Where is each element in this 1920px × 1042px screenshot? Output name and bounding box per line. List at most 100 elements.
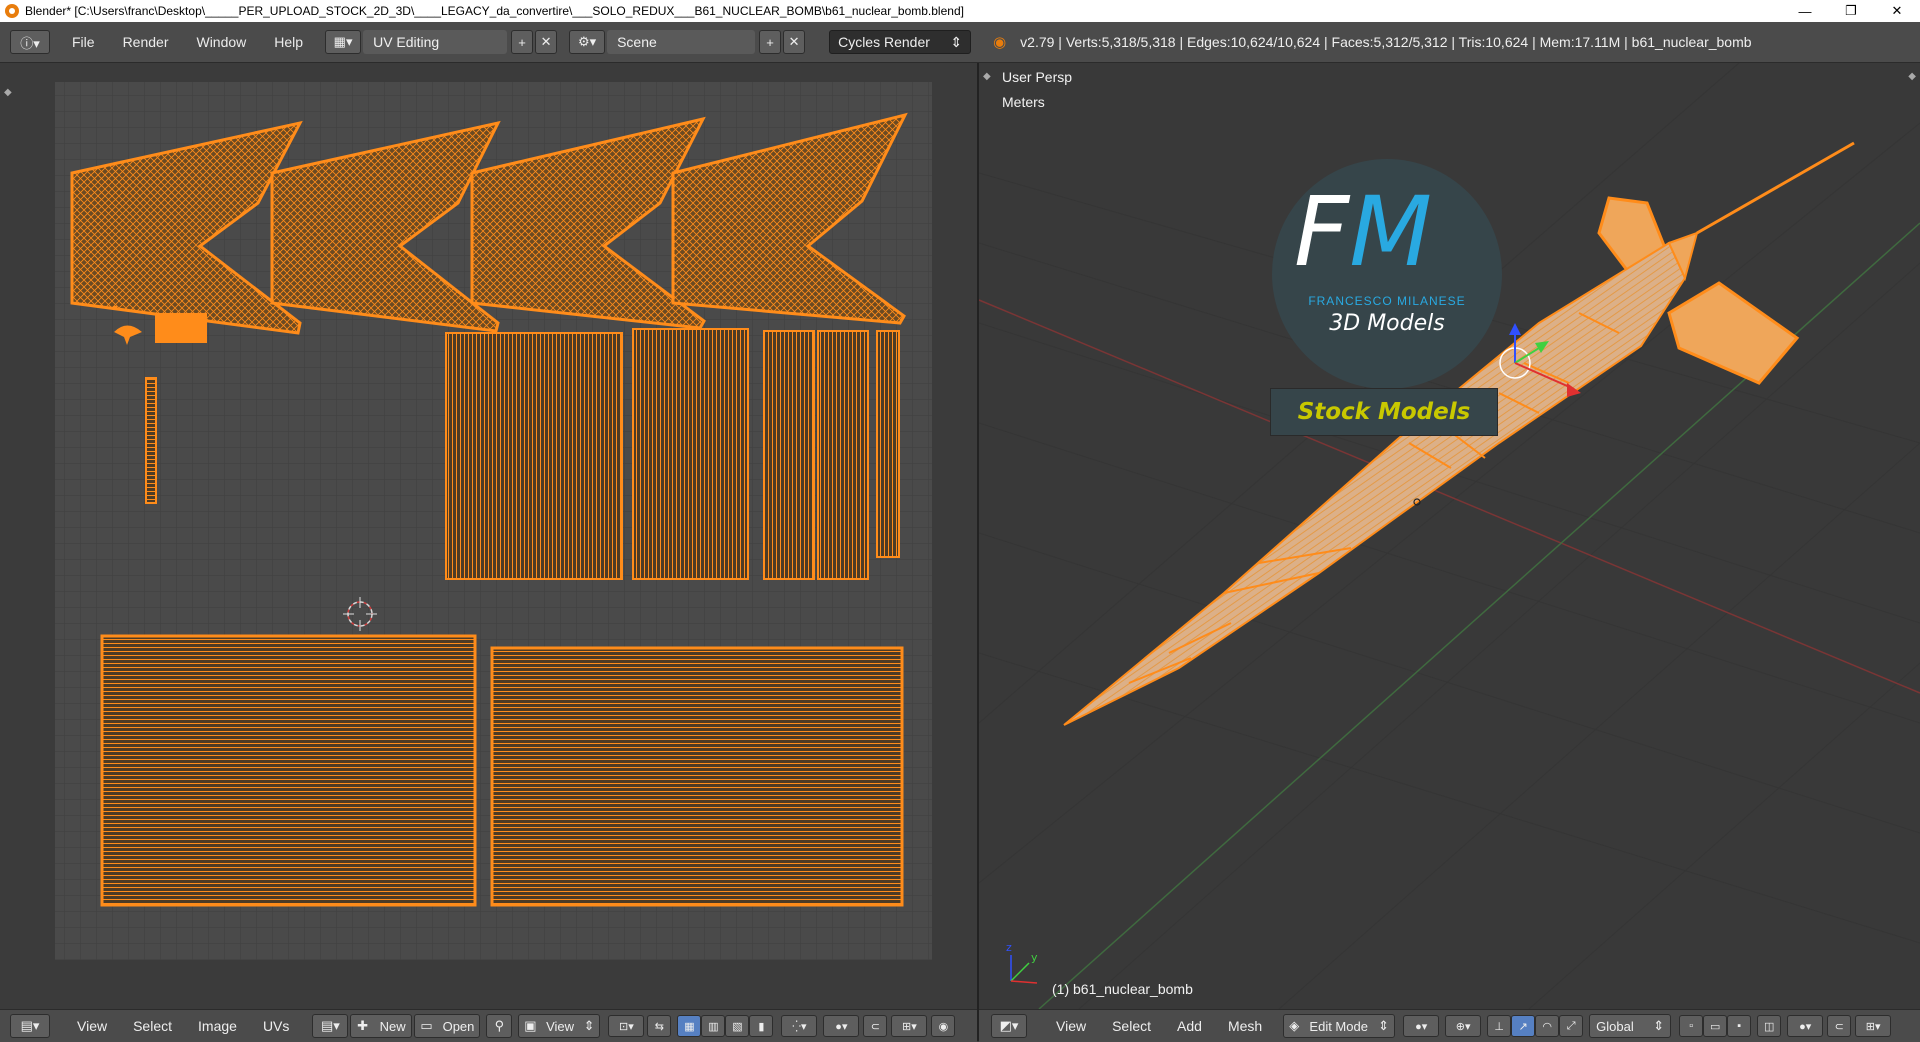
uv-sync-selection-toggle[interactable]: ⇆: [647, 1015, 672, 1037]
rotate-manipulator-button[interactable]: ◠: [1535, 1015, 1560, 1037]
view-mode-dropdown[interactable]: ▣ View ⇕: [518, 1014, 601, 1038]
sticky-icon: ⁛▾: [792, 1020, 807, 1033]
restore-button[interactable]: ❐: [1828, 3, 1874, 19]
menu-file[interactable]: File: [58, 34, 109, 50]
uv-menu-select[interactable]: Select: [120, 1018, 185, 1034]
render-engine-dropdown[interactable]: Cycles Render ⇕: [829, 30, 972, 54]
proportional-editing-dropdown[interactable]: ●▾: [823, 1015, 860, 1037]
logo-initial-m: M: [1349, 176, 1433, 288]
3d-viewport-header: ◩▾ View Select Add Mesh ◈ Edit Mode ⇕ ●▾ ⊕…: [979, 1009, 1920, 1042]
minimize-button[interactable]: —: [1782, 4, 1828, 19]
uv-editor-type-button[interactable]: ▤▾: [10, 1014, 50, 1038]
snap-element-icon: ⊞▾: [1865, 1020, 1881, 1033]
image-icon: ▤▾: [320, 1018, 340, 1033]
toolshelf-toggle-icon[interactable]: ◆: [4, 87, 12, 98]
proportional-editing-dropdown[interactable]: ●▾: [1787, 1015, 1824, 1037]
open-image-label: Open: [442, 1018, 475, 1034]
uv-small-rect-island: [155, 313, 207, 343]
face-select-mode-button[interactable]: ▪: [1727, 1015, 1752, 1037]
pivot-icon: ⊡▾: [619, 1020, 634, 1033]
viewport-menu-mesh[interactable]: Mesh: [1215, 1018, 1275, 1034]
face-select-icon: ▪: [1737, 1020, 1742, 1032]
open-image-button[interactable]: ▭ Open: [414, 1014, 481, 1038]
close-button[interactable]: ✕: [1874, 3, 1920, 19]
scale-manipulator-button[interactable]: ⤢: [1559, 1015, 1584, 1037]
updown-arrows-icon: ⇕: [950, 33, 963, 50]
mode-dropdown[interactable]: ◈ Edit Mode ⇕: [1283, 1014, 1396, 1038]
pivot-point-dropdown[interactable]: ⊕▾: [1445, 1015, 1482, 1037]
snap-toggle[interactable]: ⊂: [863, 1015, 888, 1037]
info-editor-type-button[interactable]: ⓘ▾: [10, 30, 50, 54]
pin-image-button[interactable]: ⚲: [486, 1014, 513, 1038]
uv-canvas[interactable]: [0, 63, 977, 1009]
menu-help[interactable]: Help: [260, 34, 317, 50]
uv-menu-view[interactable]: View: [64, 1018, 120, 1034]
magnet-icon: ⊂: [870, 1020, 880, 1033]
info-header: ⓘ▾ File Render Window Help ▦▾ UV Editing…: [0, 22, 1920, 63]
logo-initial-f: F: [1294, 176, 1350, 288]
edge-select-mode-button[interactable]: ▭: [1703, 1015, 1728, 1037]
uv-strip-island-5: [876, 330, 900, 558]
uv-vertical-strip-islands: [445, 328, 900, 580]
blender-logo-icon: ◉: [993, 34, 1007, 51]
viewport-menu-add[interactable]: Add: [1164, 1018, 1215, 1034]
scene-name-field[interactable]: Scene: [607, 30, 756, 54]
stock-models-banner: Stock Models: [1270, 388, 1498, 436]
x-icon: ✕: [540, 34, 552, 49]
folder-icon: ▭: [420, 1018, 433, 1033]
new-image-label: New: [379, 1018, 406, 1034]
edge-select-mode-button[interactable]: ▥: [701, 1015, 726, 1037]
toolshelf-toggle-icon[interactable]: ◆: [983, 71, 991, 82]
active-object-label: (1) b61_nuclear_bomb: [1052, 981, 1193, 997]
info-icon: ⓘ▾: [20, 35, 40, 51]
svg-text:y: y: [1031, 951, 1038, 964]
uv-image-editor[interactable]: ◆: [0, 63, 977, 1009]
face-select-mode-button[interactable]: ▧: [725, 1015, 750, 1037]
viewport-editor-type-button[interactable]: ◩▾: [991, 1014, 1027, 1038]
3d-viewport[interactable]: z y ◆ ◆ User Persp Meters (1) b61_nuclea…: [979, 63, 1920, 1009]
layout-name-field[interactable]: UV Editing: [363, 30, 508, 54]
delete-scene-button[interactable]: ✕: [783, 30, 806, 54]
vertex-select-mode-button[interactable]: ▦: [677, 1015, 702, 1037]
manipulator-toggle[interactable]: ⊥: [1487, 1015, 1512, 1037]
translate-manipulator-button[interactable]: ↗: [1511, 1015, 1536, 1037]
scene-selector-button[interactable]: ⚙▾: [569, 30, 606, 54]
uv-strip-island-3: [763, 330, 815, 580]
viewport-menu-view[interactable]: View: [1043, 1018, 1099, 1034]
snap-toggle[interactable]: ⊂: [1827, 1015, 1852, 1037]
delete-layout-button[interactable]: ✕: [535, 30, 558, 54]
render-icon-button[interactable]: ◉: [931, 1015, 956, 1037]
scale-icon: ⤢: [1566, 1019, 1576, 1032]
logo-subtitle-text: 3D Models: [1329, 311, 1445, 336]
snap-element-icon: ⊞▾: [902, 1020, 917, 1033]
arrow-icon: ↗: [1518, 1020, 1528, 1033]
viewport-shading-dropdown[interactable]: ●▾: [1403, 1015, 1440, 1037]
vertex-select-icon: ▦: [684, 1020, 695, 1033]
occlude-geometry-toggle[interactable]: ◫: [1757, 1015, 1782, 1037]
image-browse-button[interactable]: ▤▾: [312, 1014, 349, 1038]
orientation-label: Global: [1596, 1018, 1634, 1034]
viewport-menu-select[interactable]: Select: [1099, 1018, 1164, 1034]
updown-arrows-icon: ⇕: [583, 1018, 595, 1033]
uv-menu-uvs[interactable]: UVs: [250, 1018, 302, 1034]
add-scene-button[interactable]: +: [759, 30, 782, 54]
render-engine-label: Cycles Render: [838, 34, 930, 50]
uv-menu-image[interactable]: Image: [185, 1018, 250, 1034]
units-label: Meters: [1002, 94, 1045, 110]
new-image-button[interactable]: ✚ New: [350, 1014, 413, 1038]
add-layout-button[interactable]: +: [511, 30, 534, 54]
proportional-icon: ●▾: [1799, 1020, 1812, 1033]
vertex-select-mode-button[interactable]: ▫: [1679, 1015, 1704, 1037]
menu-render[interactable]: Render: [109, 34, 183, 50]
pivot-dropdown[interactable]: ⊡▾: [608, 1015, 645, 1037]
snap-element-dropdown[interactable]: ⊞▾: [891, 1015, 928, 1037]
layout-selector-button[interactable]: ▦▾: [325, 30, 362, 54]
island-select-mode-button[interactable]: ▮: [749, 1015, 774, 1037]
sticky-selection-dropdown[interactable]: ⁛▾: [781, 1015, 818, 1037]
menu-window[interactable]: Window: [182, 34, 260, 50]
plus-icon: ✚: [357, 1018, 369, 1033]
transform-orientation-dropdown[interactable]: Global ⇕: [1589, 1014, 1672, 1038]
magnet-icon: ⊂: [1834, 1020, 1844, 1033]
snap-element-dropdown[interactable]: ⊞▾: [1855, 1015, 1892, 1037]
properties-toggle-icon[interactable]: ◆: [1908, 71, 1916, 82]
